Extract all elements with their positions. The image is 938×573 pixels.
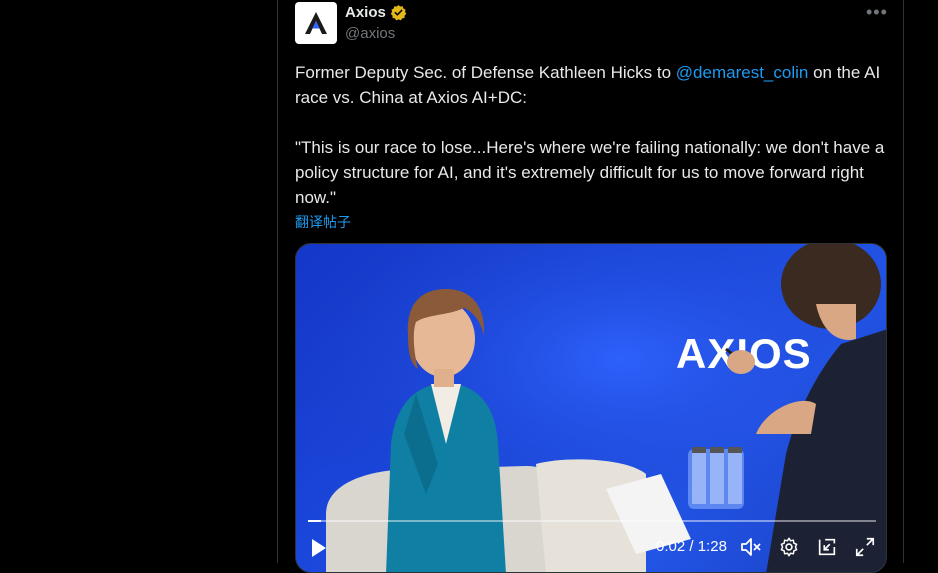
video-player[interactable]: AXIOS 0:02 / [295, 243, 887, 573]
tweet-line-1: Former Deputy Sec. of Defense Kathleen H… [295, 60, 885, 110]
volume-muted-icon[interactable] [740, 537, 762, 557]
video-time: 0:02 / 1:28 [656, 538, 727, 555]
axios-logo-icon [305, 12, 327, 34]
picture-in-picture-icon[interactable] [816, 536, 838, 558]
tweet-quote: "This is our race to lose...Here's where… [295, 138, 885, 207]
mention-link[interactable]: @demarest_colin [676, 63, 809, 82]
time-separator: / [685, 538, 698, 555]
tweet-text-pre: Former Deputy Sec. of Defense Kathleen H… [295, 63, 676, 82]
author-name[interactable]: Axios [345, 4, 386, 21]
current-time: 0:02 [656, 538, 686, 555]
translate-post-link[interactable]: 翻译帖子 [295, 212, 351, 232]
avatar[interactable] [295, 2, 337, 44]
duration: 1:28 [697, 538, 727, 555]
play-icon[interactable] [310, 538, 328, 558]
video-frame: AXIOS [296, 244, 886, 572]
tweet-text: Former Deputy Sec. of Defense Kathleen H… [295, 60, 885, 210]
more-icon[interactable]: ••• [866, 2, 888, 23]
gear-icon[interactable] [778, 536, 800, 558]
video-controls: 0:02 / 1:28 [296, 536, 886, 566]
video-progress-bar[interactable] [308, 520, 876, 522]
author-name-row: Axios [345, 4, 407, 21]
verified-badge-icon[interactable] [390, 4, 407, 21]
fullscreen-icon[interactable] [854, 536, 876, 558]
author-handle[interactable]: @axios [345, 25, 395, 42]
video-progress-fill [308, 520, 322, 522]
